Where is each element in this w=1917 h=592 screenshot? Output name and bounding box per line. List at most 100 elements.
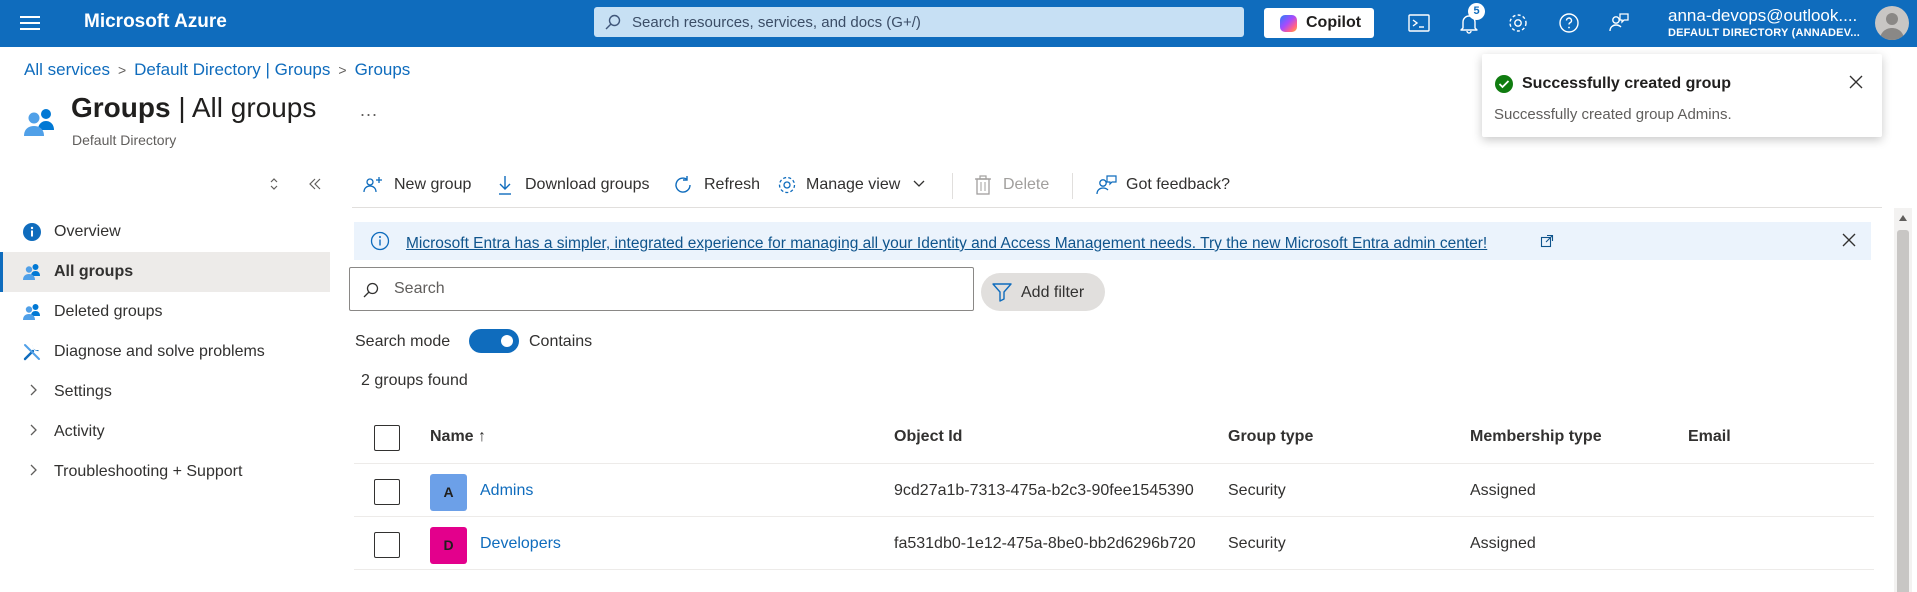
groups-icon bbox=[24, 109, 54, 136]
sidebar-item-overview[interactable]: Overview bbox=[0, 212, 330, 252]
global-search-input[interactable]: Search resources, services, and docs (G+… bbox=[594, 7, 1244, 37]
sidebar-item-deleted-groups[interactable]: Deleted groups bbox=[0, 292, 330, 332]
refresh-label: Refresh bbox=[704, 176, 761, 193]
group-type-cell: Security bbox=[1228, 535, 1286, 552]
command-divider bbox=[1072, 173, 1073, 199]
got-feedback-label: Got feedback? bbox=[1126, 176, 1231, 193]
sidebar-item-label: Diagnose and solve problems bbox=[54, 343, 265, 360]
groups-search-input[interactable] bbox=[394, 278, 954, 300]
got-feedback-button[interactable]: Got feedback? bbox=[1094, 170, 1234, 200]
download-groups-label: Download groups bbox=[525, 176, 650, 193]
cloud-shell-icon[interactable] bbox=[1407, 11, 1431, 35]
refresh-button[interactable]: Refresh bbox=[672, 170, 767, 200]
column-header-name[interactable]: Name ↑ bbox=[430, 428, 486, 446]
select-all-checkbox[interactable] bbox=[374, 425, 400, 451]
more-options-button[interactable]: ... bbox=[360, 100, 378, 121]
group-icon bbox=[23, 304, 40, 320]
search-mode-value: Contains bbox=[529, 333, 593, 350]
external-link-icon[interactable] bbox=[1540, 234, 1554, 248]
page-title-sub: All groups bbox=[191, 92, 317, 123]
feedback-person-icon[interactable] bbox=[1607, 11, 1631, 35]
table-header-row: Name ↑ Object Id Group type Membership t… bbox=[354, 410, 1874, 464]
page-title-separator: | bbox=[170, 92, 192, 123]
account-menu[interactable]: anna-devops@outlook.... DEFAULT DIRECTOR… bbox=[1668, 6, 1860, 39]
sidebar-item-troubleshooting[interactable]: Troubleshooting + Support bbox=[0, 452, 330, 492]
sidebar-item-settings[interactable]: Settings bbox=[0, 372, 330, 412]
download-groups-button[interactable]: Download groups bbox=[495, 170, 660, 200]
search-icon bbox=[605, 14, 621, 30]
sidebar-item-all-groups[interactable]: All groups bbox=[0, 252, 330, 292]
page-subtitle: Default Directory bbox=[72, 132, 177, 148]
sort-updown-icon[interactable] bbox=[268, 176, 280, 192]
sidebar-item-diagnose[interactable]: Diagnose and solve problems bbox=[0, 332, 330, 372]
account-name: anna-devops@outlook.... bbox=[1668, 6, 1858, 25]
entra-admin-center-link[interactable]: Microsoft Entra has a simpler, integrate… bbox=[406, 235, 1487, 253]
breadcrumb-default-directory-groups[interactable]: Default Directory | Groups bbox=[134, 60, 330, 79]
info-icon bbox=[23, 223, 41, 241]
new-group-button[interactable]: New group bbox=[362, 170, 492, 200]
search-mode-toggle[interactable] bbox=[469, 329, 519, 353]
breadcrumb-all-services[interactable]: All services bbox=[24, 60, 110, 79]
breadcrumb-groups[interactable]: Groups bbox=[355, 60, 411, 79]
trash-icon bbox=[975, 175, 991, 195]
hamburger-menu-icon[interactable] bbox=[20, 12, 40, 32]
table-row[interactable]: A Admins 9cd27a1b-7313-475a-b2c3-90fee15… bbox=[354, 464, 1874, 517]
column-header-membership-type[interactable]: Membership type bbox=[1470, 428, 1602, 446]
column-header-object-id[interactable]: Object Id bbox=[894, 428, 962, 446]
groups-table: Name ↑ Object Id Group type Membership t… bbox=[354, 410, 1874, 570]
manage-view-label: Manage view bbox=[806, 176, 901, 193]
group-name-link[interactable]: Developers bbox=[480, 535, 561, 553]
group-name-link[interactable]: Admins bbox=[480, 482, 533, 500]
chevron-right-icon bbox=[30, 464, 37, 476]
chevron-right-icon: > bbox=[117, 62, 127, 78]
gear-icon bbox=[778, 176, 796, 194]
add-filter-label: Add filter bbox=[1021, 284, 1085, 301]
search-icon bbox=[363, 282, 379, 298]
new-group-label: New group bbox=[394, 176, 472, 193]
sidebar-item-activity[interactable]: Activity bbox=[0, 412, 330, 452]
help-icon[interactable] bbox=[1557, 11, 1581, 35]
user-avatar[interactable] bbox=[1875, 6, 1909, 40]
row-checkbox[interactable] bbox=[374, 479, 400, 505]
close-icon[interactable] bbox=[1841, 232, 1857, 248]
group-type-cell: Security bbox=[1228, 482, 1286, 499]
add-group-icon bbox=[363, 177, 382, 193]
group-avatar: D bbox=[430, 527, 467, 564]
success-notification-toast: Successfully created group Successfully … bbox=[1482, 54, 1882, 137]
table-row[interactable]: D Developers fa531db0-1e12-475a-8be0-bb2… bbox=[354, 517, 1874, 570]
refresh-icon bbox=[675, 176, 691, 193]
results-count: 2 groups found bbox=[361, 372, 468, 389]
toast-title: Successfully created group bbox=[1522, 75, 1731, 92]
app-title[interactable]: Microsoft Azure bbox=[84, 11, 227, 33]
info-icon bbox=[370, 231, 390, 251]
membership-type-cell: Assigned bbox=[1470, 482, 1536, 499]
settings-gear-icon[interactable] bbox=[1506, 11, 1530, 35]
sidebar-item-label: Deleted groups bbox=[54, 303, 163, 320]
collapse-sidebar-icon[interactable] bbox=[308, 176, 322, 192]
command-bar-divider bbox=[352, 207, 1882, 208]
top-bar: Microsoft Azure Search resources, servic… bbox=[0, 0, 1917, 47]
delete-button[interactable]: Delete bbox=[973, 170, 1058, 200]
chevron-down-icon bbox=[913, 180, 925, 187]
manage-view-dropdown[interactable]: Manage view bbox=[776, 170, 936, 200]
column-header-group-type[interactable]: Group type bbox=[1228, 428, 1313, 446]
sidebar-nav: Overview All groups Deleted groups Diagn… bbox=[0, 212, 330, 492]
row-checkbox[interactable] bbox=[374, 532, 400, 558]
account-directory: DEFAULT DIRECTORY (ANNADEV... bbox=[1668, 27, 1861, 39]
copilot-button[interactable]: Copilot bbox=[1264, 8, 1374, 38]
scrollbar-thumb[interactable] bbox=[1897, 230, 1909, 592]
scroll-up-icon[interactable] bbox=[1898, 214, 1908, 222]
add-filter-button[interactable]: Add filter bbox=[981, 273, 1105, 311]
groups-search-box bbox=[349, 267, 974, 311]
close-icon[interactable] bbox=[1848, 74, 1864, 90]
success-check-icon bbox=[1495, 75, 1513, 93]
vertical-scrollbar[interactable] bbox=[1894, 208, 1912, 592]
toggle-knob bbox=[501, 335, 513, 347]
chevron-right-icon bbox=[30, 424, 37, 436]
object-id-cell: 9cd27a1b-7313-475a-b2c3-90fee1545390 bbox=[894, 482, 1194, 499]
breadcrumb: All services > Default Directory | Groups >… bbox=[24, 60, 410, 80]
membership-type-cell: Assigned bbox=[1470, 535, 1536, 552]
column-header-email[interactable]: Email bbox=[1688, 428, 1731, 446]
download-icon bbox=[499, 176, 511, 195]
sidebar-item-label: Overview bbox=[54, 223, 121, 240]
